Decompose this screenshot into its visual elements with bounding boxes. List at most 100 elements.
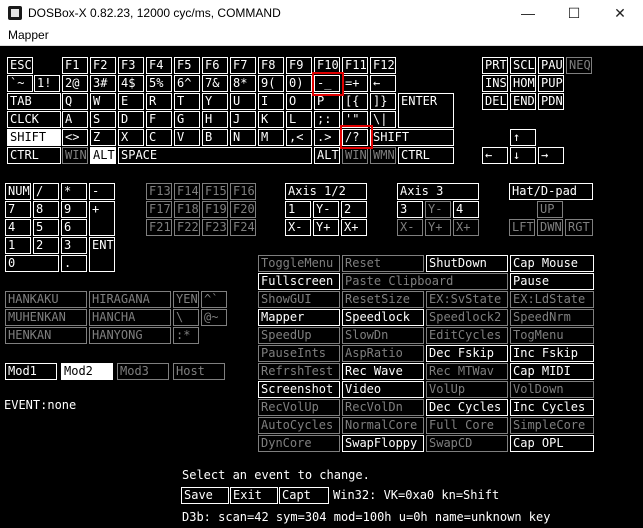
- key-space[interactable]: SPACE: [118, 147, 312, 164]
- numpad-key-2[interactable]: 2: [33, 237, 59, 254]
- key-num-7[interactable]: 7&: [202, 75, 228, 92]
- event-ex-svstate[interactable]: EX:SvState: [426, 291, 508, 308]
- jp-key-henkan[interactable]: HENKAN: [5, 327, 87, 344]
- key-caps-1[interactable]: A: [62, 111, 88, 128]
- jp-key-hancha[interactable]: HANCHA: [89, 309, 171, 326]
- jp-key-key[interactable]: @~: [201, 309, 227, 326]
- numpad-key-dot[interactable]: .: [61, 255, 87, 272]
- axis12-y-minus[interactable]: Y-: [313, 201, 339, 218]
- key-arrow-right[interactable]: →: [538, 147, 564, 164]
- key-f14[interactable]: F14: [174, 183, 200, 200]
- key-f12[interactable]: F12: [370, 57, 396, 74]
- key-shift-5[interactable]: V: [174, 129, 200, 146]
- key-right-ctrl[interactable]: CTRL: [398, 147, 454, 164]
- axis-1-2-title[interactable]: Axis 1/2: [285, 183, 367, 200]
- key-f19[interactable]: F19: [202, 201, 228, 218]
- key-e[interactable]: E: [118, 93, 144, 110]
- event-paste-clipboard[interactable]: Paste Clipboard: [342, 273, 508, 290]
- key-shift-9[interactable]: ,<: [286, 129, 312, 146]
- numpad-key-0[interactable]: 0: [5, 255, 59, 272]
- key-enter[interactable]: ENTER: [398, 93, 454, 128]
- key-shift-2[interactable]: Z: [90, 129, 116, 146]
- key-f22[interactable]: F22: [174, 219, 200, 236]
- axis12-x-minus[interactable]: X-: [285, 219, 311, 236]
- event-rec-mtwav[interactable]: Rec MTWav: [426, 363, 508, 380]
- hat-up[interactable]: UP: [537, 201, 563, 218]
- jp-key-key[interactable]: \: [173, 309, 199, 326]
- key-q[interactable]: Q: [62, 93, 88, 110]
- event-volup[interactable]: VolUp: [426, 381, 508, 398]
- hat-right[interactable]: RGT: [565, 219, 593, 236]
- axis-3-title[interactable]: Axis 3: [397, 183, 479, 200]
- numpad-key-1[interactable]: 1: [5, 237, 31, 254]
- key-prt[interactable]: PRT: [482, 57, 508, 74]
- key-caps-8[interactable]: K: [258, 111, 284, 128]
- key-f15[interactable]: F15: [202, 183, 228, 200]
- numpad-key-4[interactable]: 4: [5, 219, 31, 236]
- save-button[interactable]: Save: [181, 487, 229, 504]
- exit-button[interactable]: Exit: [230, 487, 278, 504]
- event-inc-cycles[interactable]: Inc Cycles: [510, 399, 594, 416]
- key-num-4[interactable]: 4$: [118, 75, 144, 92]
- hat-dpad-title[interactable]: Hat/D-pad: [509, 183, 593, 200]
- numpad-key-3[interactable]: -: [89, 183, 115, 200]
- key-right-alt[interactable]: ALT: [314, 147, 340, 164]
- key-right-win[interactable]: WIN: [342, 147, 368, 164]
- key-caps-6[interactable]: H: [202, 111, 228, 128]
- event-autocycles[interactable]: AutoCycles: [258, 417, 340, 434]
- key-num-5[interactable]: 5%: [146, 75, 172, 92]
- key-key[interactable]: ]}: [370, 93, 396, 110]
- jp-key-hiragana[interactable]: HIRAGANA: [89, 291, 171, 308]
- key-num-6[interactable]: 6^: [174, 75, 200, 92]
- key-key[interactable]: [{: [342, 93, 368, 110]
- key-shift-8[interactable]: M: [258, 129, 284, 146]
- event-dec-fskip[interactable]: Dec Fskip: [426, 345, 508, 362]
- axis3-button-3[interactable]: 3: [397, 201, 423, 218]
- event-editcycles[interactable]: EditCycles: [426, 327, 508, 344]
- key-f9[interactable]: F9: [286, 57, 312, 74]
- close-button[interactable]: ✕: [597, 0, 643, 26]
- key-caps-9[interactable]: L: [286, 111, 312, 128]
- event-speedup[interactable]: SpeedUp: [258, 327, 340, 344]
- numpad-key-+[interactable]: +: [89, 201, 115, 236]
- key-r[interactable]: R: [146, 93, 172, 110]
- event-video[interactable]: Video: [342, 381, 424, 398]
- key-caps-12[interactable]: \|: [370, 111, 396, 128]
- capt-button[interactable]: Capt: [279, 487, 329, 504]
- axis3-x-minus[interactable]: X-: [397, 219, 423, 236]
- event-cap-mouse[interactable]: Cap Mouse: [510, 255, 594, 272]
- key-f17[interactable]: F17: [146, 201, 172, 218]
- jp-key-hanyong[interactable]: HANYONG: [89, 327, 171, 344]
- mod3-button[interactable]: Mod3: [117, 363, 169, 380]
- key-t[interactable]: T: [174, 93, 200, 110]
- key-shift-10[interactable]: .>: [314, 129, 340, 146]
- axis12-x-plus[interactable]: X+: [341, 219, 367, 236]
- key-caps-2[interactable]: S: [90, 111, 116, 128]
- menu-mapper[interactable]: Mapper: [8, 28, 49, 42]
- numpad-key-7[interactable]: 7: [5, 201, 31, 218]
- numpad-key-6[interactable]: 6: [61, 219, 87, 236]
- key-f2[interactable]: F2: [90, 57, 116, 74]
- minimize-button[interactable]: —: [505, 0, 551, 26]
- numpad-key-8[interactable]: 8: [33, 201, 59, 218]
- key-f8[interactable]: F8: [258, 57, 284, 74]
- event-voldown[interactable]: VolDown: [510, 381, 594, 398]
- event-swapfloppy[interactable]: SwapFloppy: [342, 435, 424, 452]
- numpad-key-2[interactable]: *: [61, 183, 87, 200]
- key-shift-7[interactable]: N: [230, 129, 256, 146]
- key-num-1[interactable]: 1!: [34, 75, 60, 92]
- event-fullscreen[interactable]: Fullscreen: [258, 273, 340, 290]
- key-pau[interactable]: PAU: [538, 57, 564, 74]
- key-f24[interactable]: F24: [230, 219, 256, 236]
- event-swapcd[interactable]: SwapCD: [426, 435, 508, 452]
- axis3-y-plus[interactable]: Y+: [425, 219, 451, 236]
- key-num-2[interactable]: 2@: [62, 75, 88, 92]
- key-left-shift[interactable]: SHIFT: [7, 129, 61, 146]
- key-num-9[interactable]: 9(: [258, 75, 284, 92]
- key-f1[interactable]: F1: [62, 57, 88, 74]
- jp-key-muhenkan[interactable]: MUHENKAN: [5, 309, 87, 326]
- axis12-button-2[interactable]: 2: [341, 201, 367, 218]
- key-menu[interactable]: WMN: [370, 147, 396, 164]
- key-f11[interactable]: F11: [342, 57, 368, 74]
- event-refrshtest[interactable]: RefrshTest: [258, 363, 340, 380]
